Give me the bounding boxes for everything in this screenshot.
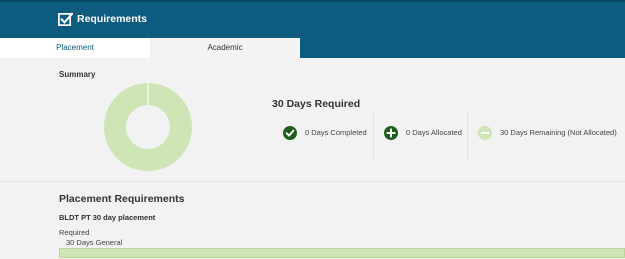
plus-circle-icon xyxy=(384,125,398,140)
tab-bar: Placement Academic xyxy=(0,38,625,58)
days-required-heading: 30 Days Required xyxy=(272,98,361,110)
requirement-progress-bar xyxy=(59,248,625,258)
page-title: Requirements xyxy=(77,13,148,25)
stat-allocated-text: 0 Days Allocated xyxy=(406,128,462,137)
stat-remaining-text: 30 Days Remaining (Not Allocated) xyxy=(500,128,617,137)
stat-divider xyxy=(467,111,468,159)
summary-label: Summary xyxy=(59,70,96,79)
app-header: Requirements xyxy=(0,0,625,38)
tab-academic[interactable]: Academic xyxy=(150,38,300,58)
required-label: Required xyxy=(59,228,90,237)
summary-panel: Summary 30 Days Required 0 Days Complete… xyxy=(0,58,625,182)
stat-divider xyxy=(373,111,374,159)
minus-circle-icon xyxy=(478,125,492,140)
stat-allocated: 0 Days Allocated xyxy=(384,125,462,140)
checkbox-check-icon xyxy=(58,11,73,26)
stat-completed: 0 Days Completed xyxy=(283,125,367,140)
header-title-group: Requirements xyxy=(58,11,147,27)
requirement-item-title: BLDT PT 30 day placement xyxy=(59,213,156,222)
days-donut-chart xyxy=(104,83,192,171)
check-circle-icon xyxy=(283,125,297,140)
requirements-title: Placement Requirements xyxy=(59,193,185,205)
stat-remaining: 30 Days Remaining (Not Allocated) xyxy=(478,125,617,140)
required-days-text: 30 Days General xyxy=(66,238,123,247)
header-top-line xyxy=(0,0,625,2)
stat-completed-text: 0 Days Completed xyxy=(305,128,367,137)
tab-placement[interactable]: Placement xyxy=(0,38,150,58)
placement-requirements-section: Placement Requirements BLDT PT 30 day pl… xyxy=(0,182,625,259)
